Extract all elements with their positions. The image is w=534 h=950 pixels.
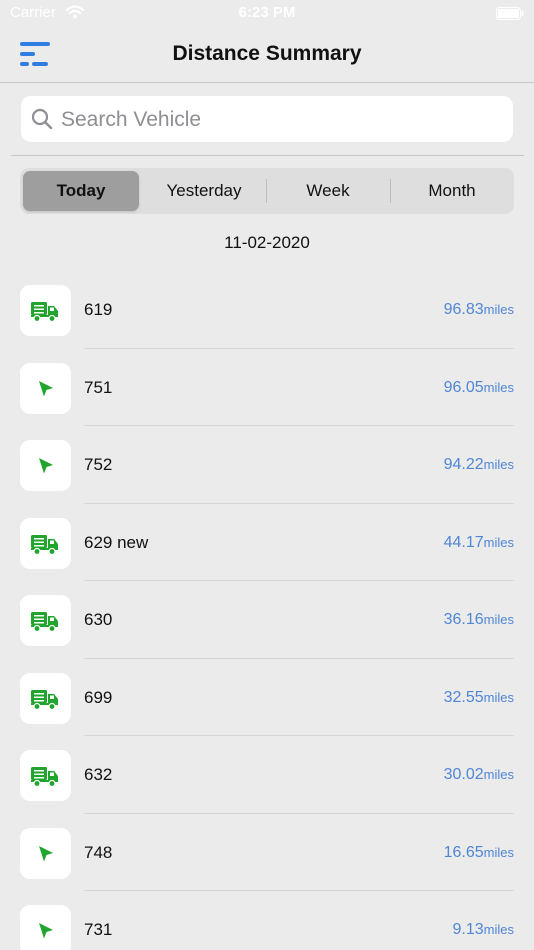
divider — [11, 155, 524, 156]
distance-value: 16.65 — [443, 843, 484, 861]
vehicle-row[interactable]: 748 16.65miles — [0, 814, 534, 891]
vehicle-name: 752 — [84, 455, 113, 474]
vehicle-name: 630 — [84, 610, 113, 629]
distance-summary-screen: Carrier 6:23 PM Distance Summary Search … — [0, 0, 534, 950]
distance-value: 96.83 — [443, 301, 484, 318]
distance-value: 96.05 — [443, 378, 484, 396]
navigation-bar: Distance Summary — [0, 28, 534, 83]
vehicle-name: 699 — [84, 687, 113, 707]
navigation-arrow-icon — [20, 827, 71, 879]
vehicle-name: 751 — [84, 377, 113, 397]
distance-unit: miles — [483, 379, 514, 395]
vehicle-row[interactable]: 731 9.13miles — [0, 891, 534, 950]
vehicle-distance: 30.02miles — [444, 766, 514, 784]
status-bar: Carrier 6:23 PM — [0, 0, 534, 28]
segment-week[interactable]: Week — [267, 171, 389, 211]
truck-icon — [20, 517, 71, 569]
distance-unit: miles — [483, 302, 514, 317]
distance-value: 36.16 — [443, 611, 484, 628]
distance-unit: miles — [483, 457, 514, 472]
distance-value: 94.22 — [443, 456, 484, 473]
distance-value: 32.55 — [443, 688, 484, 706]
distance-unit: miles — [483, 534, 514, 550]
distance-unit: miles — [483, 689, 514, 705]
truck-icon — [20, 595, 71, 646]
truck-icon — [20, 672, 71, 724]
vehicle-row[interactable]: 699 32.55miles — [0, 659, 534, 736]
vehicle-row[interactable]: 629 new 44.17miles — [0, 504, 534, 581]
navigation-arrow-icon — [20, 905, 71, 950]
vehicle-name: 632 — [84, 765, 113, 784]
vehicle-name: 748 — [84, 842, 113, 862]
vehicle-row[interactable]: 632 30.02miles — [0, 736, 534, 814]
vehicle-distance: 9.13miles — [453, 921, 514, 939]
vehicle-distance: 36.16miles — [444, 611, 514, 629]
vehicle-distance: 96.05miles — [444, 379, 514, 397]
vehicle-name: 619 — [84, 300, 113, 319]
vehicle-row[interactable]: 630 36.16miles — [0, 581, 534, 659]
truck-icon — [20, 750, 71, 801]
menu-icon[interactable] — [18, 38, 52, 70]
vehicle-list: 619 96.83miles 751 96.05miles 752 94.22miles 6… — [0, 271, 534, 950]
search-input[interactable] — [59, 104, 503, 136]
vehicle-distance: 96.83miles — [444, 301, 514, 319]
vehicle-distance: 94.22miles — [444, 456, 514, 474]
navigation-arrow-icon — [20, 440, 71, 491]
page-title: Distance Summary — [172, 42, 362, 65]
vehicle-row[interactable]: 751 96.05miles — [0, 349, 534, 426]
period-segmented-control: Today Yesterday Week Month — [20, 168, 514, 214]
distance-value: 9.13 — [452, 921, 484, 938]
summary-date: 11-02-2020 — [224, 233, 310, 252]
distance-unit: miles — [483, 922, 514, 937]
search-icon — [31, 108, 53, 135]
truck-icon — [20, 285, 71, 336]
distance-value: 30.02 — [443, 766, 484, 783]
vehicle-row[interactable]: 619 96.83miles — [0, 271, 534, 349]
vehicle-row[interactable]: 752 94.22miles — [0, 426, 534, 504]
segment-month[interactable]: Month — [391, 171, 513, 211]
battery-icon — [496, 7, 524, 25]
navigation-arrow-icon — [20, 362, 71, 414]
vehicle-distance: 44.17miles — [444, 534, 514, 552]
distance-unit: miles — [483, 767, 514, 782]
segment-yesterday[interactable]: Yesterday — [143, 171, 265, 211]
status-time: 6:23 PM — [238, 4, 296, 21]
vehicle-name: 629 new — [84, 532, 149, 552]
vehicle-distance: 16.65miles — [444, 844, 514, 862]
vehicle-name: 731 — [84, 920, 113, 939]
distance-unit: miles — [483, 612, 514, 627]
distance-value: 44.17 — [443, 533, 484, 551]
segment-today[interactable]: Today — [23, 171, 139, 211]
search-bar[interactable] — [21, 96, 513, 142]
vehicle-distance: 32.55miles — [444, 689, 514, 707]
distance-unit: miles — [483, 844, 514, 860]
